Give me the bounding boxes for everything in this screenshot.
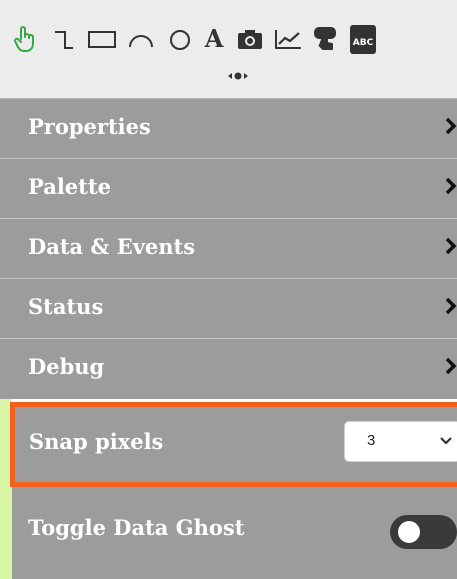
tools-panel: A ABC Properties Palette Data & Events S… — [0, 0, 457, 579]
menu-item-label: Status — [28, 294, 104, 319]
chevron-right-icon — [445, 357, 457, 375]
toggle-data-ghost-label: Toggle Data Ghost — [28, 515, 245, 540]
menu-item-palette[interactable]: Palette — [0, 159, 457, 219]
camera-icon[interactable] — [236, 24, 264, 54]
menu-list: Properties Palette Data & Events Status … — [0, 99, 457, 399]
circle-icon[interactable] — [166, 24, 194, 54]
connector-line-icon[interactable] — [51, 24, 77, 54]
menu-item-label: Properties — [28, 114, 151, 139]
menu-item-label: Data & Events — [28, 234, 196, 259]
arc-icon[interactable] — [126, 24, 156, 54]
touch-button-icon[interactable] — [310, 24, 340, 54]
menu-item-properties[interactable]: Properties — [0, 99, 457, 159]
drag-handle-icon[interactable] — [226, 66, 250, 80]
snap-pixels-select[interactable]: 3 — [344, 421, 457, 462]
toggle-data-ghost-row: Toggle Data Ghost — [12, 487, 457, 579]
line-chart-icon[interactable] — [271, 24, 305, 54]
tool-bar: A ABC — [0, 0, 457, 99]
menu-item-status[interactable]: Status — [0, 279, 457, 339]
chevron-right-icon — [445, 177, 457, 195]
data-ghost-toggle[interactable] — [390, 515, 457, 549]
snap-pixels-label: Snap pixels — [29, 429, 164, 454]
menu-item-label: Palette — [28, 174, 111, 199]
menu-item-data-events[interactable]: Data & Events — [0, 219, 457, 279]
menu-item-debug[interactable]: Debug — [0, 339, 457, 399]
snap-pixels-row: Snap pixels 3 — [10, 402, 457, 487]
text-icon[interactable]: A — [200, 24, 228, 54]
rectangle-icon[interactable] — [86, 24, 118, 54]
pointer-hand-icon[interactable] — [10, 24, 40, 54]
snap-pixels-value: 3 — [367, 432, 376, 449]
chevron-right-icon — [445, 237, 457, 255]
toggle-knob — [398, 521, 420, 543]
chevron-down-icon — [440, 437, 452, 445]
text-box-icon[interactable]: ABC — [346, 24, 380, 54]
menu-item-label: Debug — [28, 354, 105, 379]
chevron-right-icon — [445, 297, 457, 315]
chevron-right-icon — [445, 117, 457, 135]
